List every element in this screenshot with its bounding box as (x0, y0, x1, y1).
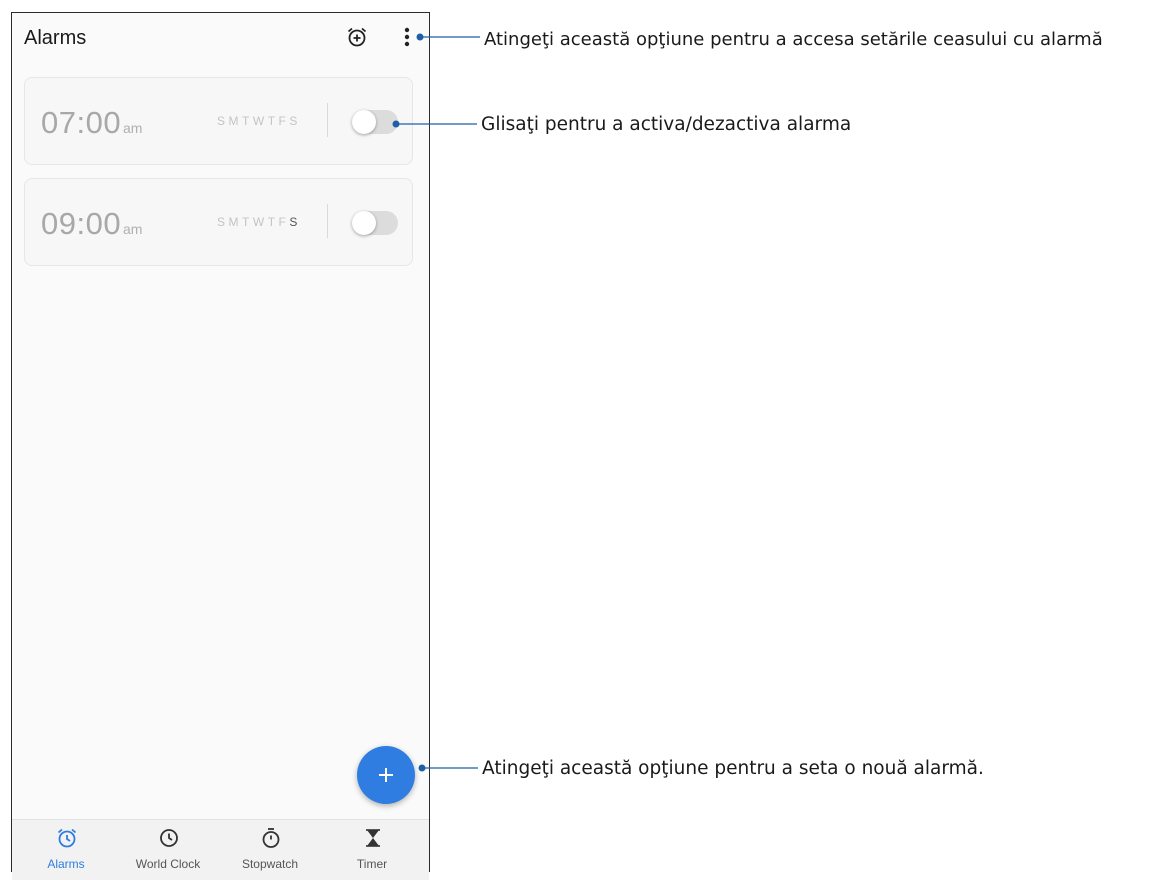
weekday-letter: F (278, 215, 287, 229)
alarm-toggle[interactable] (352, 211, 398, 235)
plus-icon (379, 768, 393, 782)
weekday-letter: W (252, 215, 265, 229)
add-alarm-fab[interactable] (357, 746, 415, 804)
alarm-add-icon[interactable] (346, 26, 368, 48)
alarm-days: SMTWTFS (217, 114, 298, 128)
phone-screen: Alarms 07:00 am SMTWTFS 09:00 am SMTWTFS (11, 12, 430, 880)
toggle-knob (352, 211, 376, 235)
weekday-letter: W (252, 114, 265, 128)
clock-icon (160, 829, 178, 847)
alarm-card[interactable]: 07:00 am SMTWTFS (24, 77, 413, 165)
weekday-letter: T (242, 215, 250, 229)
bottom-nav: Alarms World Clock Stopwatch Timer (12, 819, 429, 880)
weekday-letter: T (267, 114, 276, 128)
tab-label: Alarms (47, 857, 85, 871)
alarm-toggle[interactable] (352, 110, 398, 134)
alarm-ampm: am (123, 120, 143, 136)
weekday-letter: S (217, 114, 226, 128)
alarm-time: 09:00 (41, 206, 122, 241)
weekday-letter: S (217, 215, 226, 229)
app-bar: Alarms (12, 13, 429, 65)
card-divider (327, 103, 328, 137)
tab-timer[interactable]: Timer (320, 820, 424, 880)
tab-stopwatch[interactable]: Stopwatch (218, 820, 322, 880)
tab-alarms[interactable]: Alarms (14, 820, 118, 880)
alarm-icon (57, 828, 77, 848)
stopwatch-icon (262, 828, 280, 848)
alarm-days: SMTWTFS (217, 215, 298, 229)
weekday-letter: M (228, 114, 240, 128)
weekday-letter: M (228, 215, 240, 229)
tab-label: Timer (356, 857, 388, 871)
tab-world-clock[interactable]: World Clock (116, 820, 220, 880)
alarm-time: 07:00 (41, 105, 122, 140)
callout-new-alarm: Atingeţi această opţiune pentru a seta o… (482, 758, 984, 779)
page-title: Alarms (24, 27, 87, 49)
more-vert-icon[interactable] (402, 25, 412, 49)
hourglass-icon (366, 829, 380, 847)
card-divider (327, 204, 328, 238)
weekday-letter: T (242, 114, 250, 128)
weekday-letter: T (267, 215, 276, 229)
toggle-knob (352, 110, 376, 134)
alarm-ampm: am (123, 221, 143, 237)
callout-settings: Atingeţi această opţiune pentru a accesa… (484, 29, 1103, 50)
weekday-letter: F (278, 114, 287, 128)
weekday-letter: S (289, 215, 298, 229)
tab-label: Stopwatch (241, 857, 299, 871)
weekday-letter: S (289, 114, 298, 128)
alarm-card[interactable]: 09:00 am SMTWTFS (24, 178, 413, 266)
tab-label: World Clock (135, 857, 201, 871)
callout-toggle: Glisaţi pentru a activa/dezactiva alarma (481, 114, 852, 135)
